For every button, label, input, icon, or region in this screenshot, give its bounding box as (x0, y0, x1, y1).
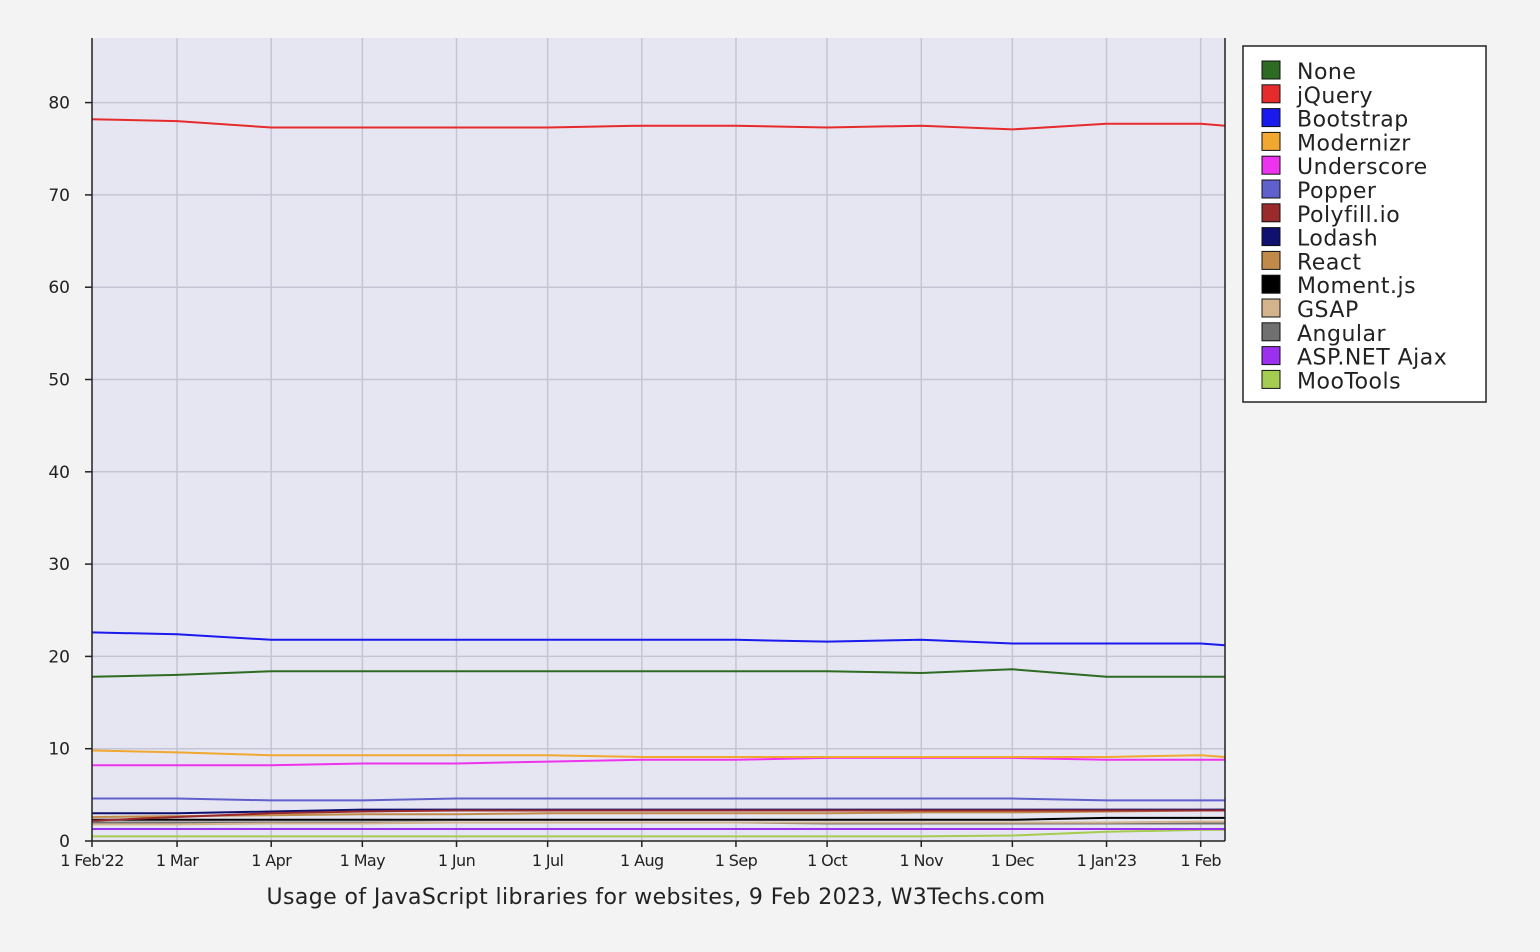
legend-label: GSAP (1297, 298, 1359, 323)
legend-label: Underscore (1297, 155, 1428, 180)
y-tick-label: 80 (48, 94, 70, 114)
plot-area (92, 38, 1225, 841)
y-tick-label: 0 (59, 832, 70, 852)
legend-swatch (1261, 346, 1281, 366)
y-tick-label: 70 (48, 186, 70, 206)
legend-swatch (1261, 369, 1281, 389)
legend-label: Angular (1297, 322, 1386, 347)
x-tick-label: 1 Oct (807, 851, 847, 870)
legend-label: Moment.js (1297, 274, 1416, 299)
x-tick-label: 1 Mar (156, 851, 199, 870)
x-tick-label: 1 Jul (532, 851, 564, 870)
legend-label: None (1297, 60, 1356, 85)
legend-swatch (1261, 131, 1281, 151)
y-tick-label: 60 (48, 278, 70, 298)
x-tick-label: 1 Jan'23 (1077, 851, 1137, 870)
x-tick-label: 1 May (340, 851, 385, 870)
legend-label: Popper (1297, 179, 1377, 204)
x-tick-label: 1 Feb (1180, 851, 1221, 870)
legend-label: ASP.NET Ajax (1297, 346, 1447, 371)
y-tick-label: 40 (48, 463, 70, 483)
legend-swatch (1261, 250, 1281, 270)
legend-label: Modernizr (1297, 131, 1411, 156)
legend-swatch (1261, 84, 1281, 104)
legend-swatch (1261, 155, 1281, 175)
x-tick-label: 1 Apr (251, 851, 292, 870)
y-tick-label: 20 (48, 647, 70, 667)
legend-swatch (1261, 203, 1281, 223)
x-tick-label: 1 Feb'22 (60, 851, 124, 870)
y-tick-label: 10 (48, 740, 70, 760)
legend-label: jQuery (1296, 84, 1373, 109)
y-tick-label: 50 (48, 371, 70, 391)
legend-label: MooTools (1297, 369, 1401, 394)
legend-label: Lodash (1297, 227, 1378, 252)
legend-label: Polyfill.io (1297, 203, 1400, 228)
y-tick-labels: 0 10 20 30 40 50 60 70 80 (48, 94, 92, 852)
x-tick-label: 1 Nov (899, 851, 943, 870)
legend-swatch (1261, 227, 1281, 247)
x-tick-label: 1 Sep (715, 851, 758, 870)
x-tick-labels: 1 Feb'22 1 Mar 1 Apr 1 May 1 Jun 1 Jul 1 Aug 1 … (60, 841, 1222, 870)
legend-swatch (1261, 108, 1281, 128)
legend-label: Bootstrap (1297, 108, 1409, 133)
legend-swatch (1261, 179, 1281, 199)
legend-swatch (1261, 298, 1281, 318)
legend-label: React (1297, 250, 1362, 275)
legend-swatch (1261, 60, 1281, 80)
x-tick-label: 1 Jun (438, 851, 475, 870)
legend-swatch (1261, 274, 1281, 294)
y-tick-label: 30 (48, 555, 70, 575)
line-chart: 0 10 20 30 40 50 60 70 80 1 Feb'22 1 Mar 1 Apr 1 Ma… (48, 38, 1487, 910)
chart-caption: Usage of JavaScript libraries for websit… (267, 885, 1046, 910)
legend-swatch (1261, 322, 1281, 342)
x-tick-label: 1 Dec (991, 851, 1034, 870)
x-tick-label: 1 Aug (620, 851, 664, 870)
